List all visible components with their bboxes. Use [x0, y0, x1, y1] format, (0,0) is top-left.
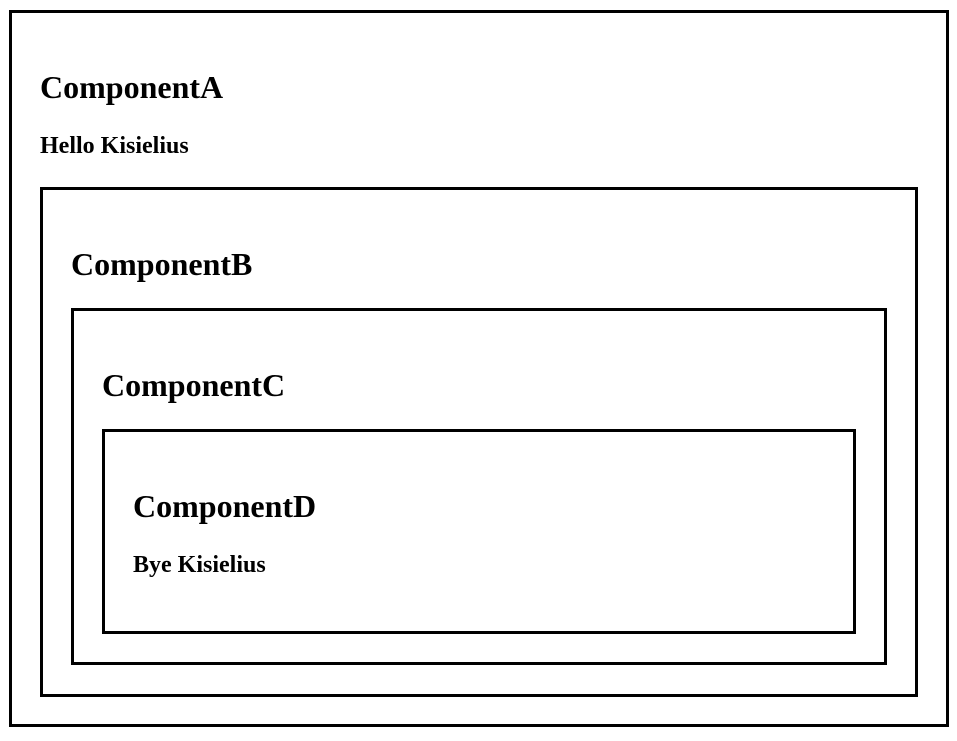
component-c-container: ComponentC ComponentD Bye Kisielius: [71, 308, 887, 665]
component-b-title: ComponentB: [71, 246, 253, 282]
component-d-title: ComponentD: [133, 488, 317, 524]
component-d-container: ComponentD Bye Kisielius: [102, 429, 856, 634]
component-a-container: ComponentA Hello Kisielius ComponentB Co…: [9, 10, 949, 727]
component-d-farewell: Bye Kisielius: [133, 552, 266, 578]
component-a-title: ComponentA: [40, 69, 224, 105]
component-b-container: ComponentB ComponentC ComponentD Bye Kis…: [40, 187, 918, 697]
component-a-greeting: Hello Kisielius: [40, 133, 189, 159]
component-c-title: ComponentC: [102, 367, 286, 403]
